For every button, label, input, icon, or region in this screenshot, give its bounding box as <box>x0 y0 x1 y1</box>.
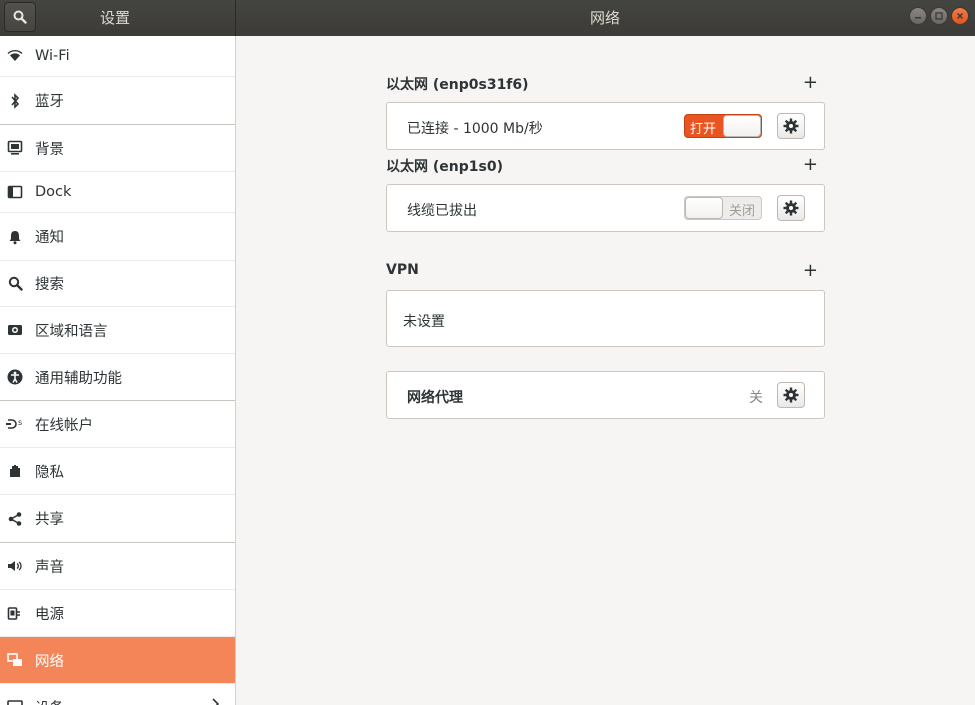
bluetooth-icon <box>6 92 24 110</box>
sidebar-item-label: 电源 <box>35 606 64 623</box>
sidebar-item-bluetooth[interactable]: 蓝牙 <box>0 77 235 125</box>
sidebar-item-power[interactable]: 电源 <box>0 590 235 637</box>
vpn-title: VPN <box>386 262 419 278</box>
gear-icon <box>783 200 799 216</box>
header-bar: 设置 网络 <box>0 0 975 36</box>
network-icon <box>6 651 24 669</box>
bell-icon <box>6 228 24 246</box>
maximize-icon <box>935 12 943 20</box>
chevron-right-icon <box>211 698 220 705</box>
ethernet1-settings-button[interactable] <box>777 113 805 139</box>
wifi-icon <box>6 47 24 65</box>
minimize-button[interactable] <box>909 7 927 25</box>
vpn-frame: 未设置 <box>386 290 825 347</box>
sidebar-item-label: 蓝牙 <box>35 94 64 110</box>
window-controls <box>909 7 969 25</box>
ethernet2-status: 线缆已拔出 <box>407 203 477 219</box>
add-ethernet1-button[interactable]: + <box>803 72 818 93</box>
sidebar-item-label: 声音 <box>35 559 64 576</box>
sidebar-item-search[interactable]: 搜索 <box>0 261 235 307</box>
sidebar-item-notifications[interactable]: 通知 <box>0 213 235 261</box>
header-left: 设置 <box>0 0 236 36</box>
search-icon <box>13 10 27 24</box>
search-button[interactable] <box>4 2 36 32</box>
ethernet1-frame: 已连接 - 1000 Mb/秒 打开 <box>386 102 825 150</box>
dock-icon <box>6 183 24 201</box>
sidebar-item-label: 在线帐户 <box>35 417 93 434</box>
sidebar-item-label: Wi-Fi <box>35 48 70 64</box>
proxy-state: 关 <box>749 390 763 406</box>
sidebar-item-background[interactable]: 背景 <box>0 125 235 172</box>
ethernet2-title: 以太网 (enp1s0) <box>386 159 503 175</box>
sidebar-item-wifi[interactable]: Wi-Fi <box>0 36 235 77</box>
background-icon <box>6 139 24 157</box>
sidebar-item-label: Dock <box>35 184 72 200</box>
sidebar-item-privacy[interactable]: 隐私 <box>0 448 235 495</box>
hand-icon <box>6 462 24 480</box>
page-title: 网络 <box>590 9 621 27</box>
ethernet2-header: 以太网 (enp1s0) + <box>386 154 826 176</box>
sidebar-item-online-accounts[interactable]: s 在线帐户 <box>0 401 235 448</box>
add-vpn-button[interactable]: + <box>803 260 818 281</box>
power-icon <box>6 604 24 622</box>
sidebar-item-label: 网络 <box>35 653 64 670</box>
main-panel: 以太网 (enp0s31f6) + 已连接 - 1000 Mb/秒 打开 以太网… <box>236 36 975 705</box>
maximize-button[interactable] <box>930 7 948 25</box>
sidebar-item-label: 通用辅助功能 <box>35 370 122 387</box>
sidebar-item-label: 共享 <box>35 512 64 528</box>
ethernet2-frame: 线缆已拔出 关闭 <box>386 184 825 232</box>
accessibility-icon <box>6 368 24 386</box>
sidebar-item-region[interactable]: 区域和语言 <box>0 307 235 354</box>
switch-on-label: 打开 <box>690 122 717 137</box>
ethernet1-header: 以太网 (enp0s31f6) + <box>386 72 826 94</box>
region-icon <box>6 321 24 339</box>
proxy-label: 网络代理 <box>407 390 463 406</box>
ethernet1-title: 以太网 (enp0s31f6) <box>386 77 529 93</box>
settings-title: 设置 <box>100 9 131 27</box>
gear-icon <box>783 387 799 403</box>
sidebar-item-label: 背景 <box>35 141 64 158</box>
switch-off-label: 关闭 <box>728 204 755 219</box>
devices-icon <box>6 698 24 705</box>
switch-knob <box>685 197 723 219</box>
share-icon <box>6 510 24 528</box>
online-accounts-icon: s <box>6 415 24 433</box>
svg-text:s: s <box>18 418 22 427</box>
ethernet2-switch[interactable]: 关闭 <box>684 196 762 220</box>
speaker-icon <box>6 557 24 575</box>
sidebar-item-label: 区域和语言 <box>35 323 108 340</box>
sidebar-item-devices[interactable]: 设备 <box>0 684 235 705</box>
vpn-header: VPN + <box>386 260 826 282</box>
proxy-settings-button[interactable] <box>777 382 805 408</box>
ethernet1-status: 已连接 - 1000 Mb/秒 <box>407 121 543 137</box>
search-icon <box>6 275 24 293</box>
sidebar: Wi-Fi 蓝牙 背景 Dock 通知 搜索 区域和语言 通用辅助功能 s 在线… <box>0 36 236 705</box>
sidebar-item-accessibility[interactable]: 通用辅助功能 <box>0 354 235 401</box>
gear-icon <box>783 118 799 134</box>
close-button[interactable] <box>951 7 969 25</box>
close-icon <box>956 12 964 20</box>
minimize-icon <box>915 17 921 19</box>
sidebar-item-label: 设备 <box>35 697 64 705</box>
sidebar-item-network[interactable]: 网络 <box>0 637 235 684</box>
add-ethernet2-button[interactable]: + <box>803 154 818 175</box>
sidebar-item-sound[interactable]: 声音 <box>0 543 235 590</box>
sidebar-item-label: 隐私 <box>35 464 64 481</box>
sidebar-item-dock[interactable]: Dock <box>0 172 235 213</box>
ethernet2-settings-button[interactable] <box>777 195 805 221</box>
ethernet1-switch[interactable]: 打开 <box>684 114 762 138</box>
sidebar-item-label: 搜索 <box>35 277 64 293</box>
vpn-status: 未设置 <box>403 314 445 330</box>
proxy-frame[interactable]: 网络代理 关 <box>386 371 825 419</box>
switch-knob <box>723 115 761 137</box>
sidebar-item-sharing[interactable]: 共享 <box>0 495 235 543</box>
sidebar-item-label: 通知 <box>35 230 64 246</box>
